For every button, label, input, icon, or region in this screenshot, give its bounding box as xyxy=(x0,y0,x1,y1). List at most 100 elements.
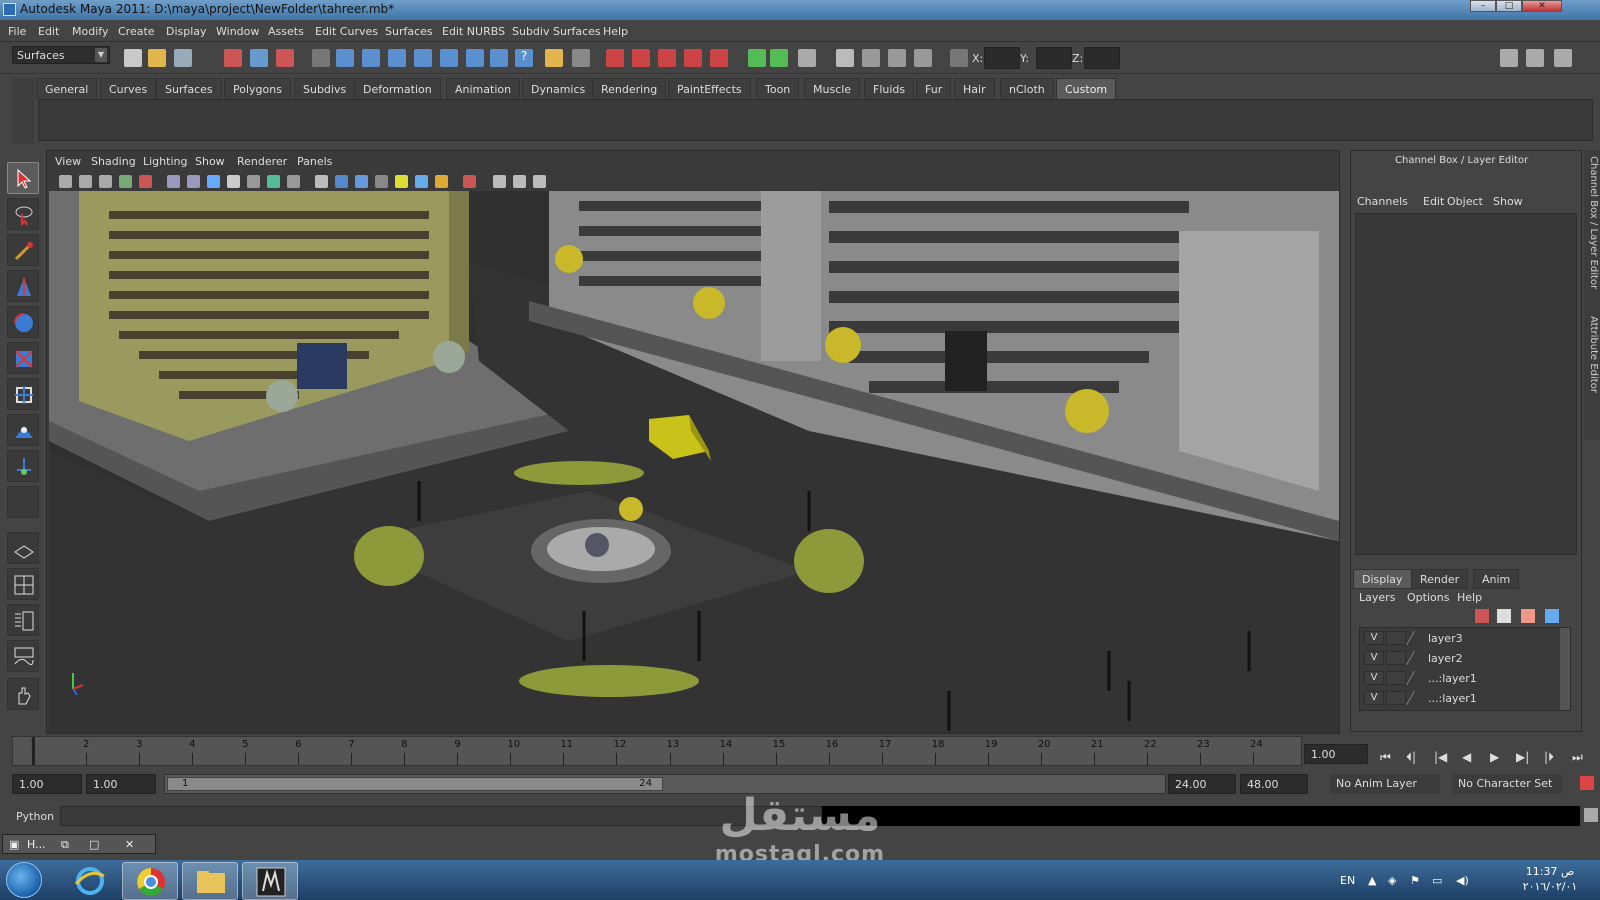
panel-menu-shading[interactable]: Shading xyxy=(91,155,136,168)
range-slider-handle[interactable]: 1 24 xyxy=(167,777,663,791)
step-back-frame-icon[interactable]: ⏴| xyxy=(1406,750,1416,765)
close-icon[interactable]: ✕ xyxy=(125,838,134,851)
wireframe-on-shaded-icon[interactable] xyxy=(355,175,368,188)
channel-edit-menu[interactable]: Edit xyxy=(1423,195,1444,208)
tool-settings-icon[interactable] xyxy=(1526,49,1544,67)
panel-menu-view[interactable]: View xyxy=(55,155,81,168)
snap-view-plane-icon[interactable] xyxy=(684,49,702,67)
high-quality-icon[interactable] xyxy=(435,175,448,188)
soft-modification-tool[interactable] xyxy=(7,414,39,446)
y-field[interactable] xyxy=(1036,47,1072,69)
panel-menu-show[interactable]: Show xyxy=(195,155,225,168)
play-forwards-icon[interactable]: ▶ xyxy=(1490,750,1499,764)
make-live-icon[interactable] xyxy=(710,49,728,67)
camera-attributes-icon[interactable] xyxy=(79,175,92,188)
layer-row[interactable]: V ...:layer1 xyxy=(1360,688,1558,708)
channels-menu[interactable]: Channels xyxy=(1357,195,1408,208)
shelf-side-controls[interactable] xyxy=(12,78,34,144)
tab-rendering[interactable]: Rendering xyxy=(592,78,667,99)
range-slider[interactable]: 1 24 xyxy=(164,774,1166,794)
tab-fluids[interactable]: Fluids xyxy=(864,78,915,99)
new-scene-icon[interactable] xyxy=(124,49,142,67)
ipr-render-icon[interactable] xyxy=(888,49,906,67)
tab-surfaces[interactable]: Surfaces xyxy=(156,78,222,99)
restore-icon[interactable]: ⧉ xyxy=(61,838,69,852)
network-icon[interactable]: ◈ xyxy=(1388,874,1396,887)
start-time-field[interactable]: 1.00 xyxy=(12,774,82,794)
chrome-icon[interactable] xyxy=(122,862,178,900)
menu-window[interactable]: Window xyxy=(216,25,259,38)
menu-help[interactable]: Help xyxy=(603,25,628,38)
layer-color-swatch[interactable] xyxy=(1405,631,1429,645)
xray-icon[interactable] xyxy=(493,175,506,188)
lasso-tool[interactable] xyxy=(7,198,39,230)
snap-grid-icon[interactable] xyxy=(606,49,624,67)
new-layer-icon[interactable] xyxy=(1475,609,1489,623)
select-hierarchy-icon[interactable] xyxy=(224,49,242,67)
menu-edit[interactable]: Edit xyxy=(38,25,59,38)
scale-tool[interactable] xyxy=(7,342,39,374)
layer-row[interactable]: V layer3 xyxy=(1360,628,1558,648)
channel-object-menu[interactable]: Object xyxy=(1447,195,1483,208)
outliner-perspective-layout[interactable] xyxy=(7,604,39,636)
tab-fur[interactable]: Fur xyxy=(916,78,952,99)
time-slider[interactable]: 123456789101112131415161718192021222324 xyxy=(12,736,1302,766)
tab-general[interactable]: General xyxy=(36,78,98,99)
highlight-selection-icon[interactable] xyxy=(572,49,590,67)
graph-editor-layout[interactable] xyxy=(7,640,39,672)
render-view-icon[interactable] xyxy=(836,49,854,67)
tab-polygons[interactable]: Polygons xyxy=(224,78,291,99)
layer-list-scrollbar[interactable] xyxy=(1560,628,1570,710)
maximize-icon[interactable]: □ xyxy=(89,838,99,851)
character-set-select[interactable]: No Character Set xyxy=(1452,774,1562,794)
play-backwards-icon[interactable]: ◀ xyxy=(1462,750,1471,764)
pick-dynamics-icon[interactable] xyxy=(466,49,484,67)
tab-anim-layers[interactable]: Anim xyxy=(1473,569,1520,589)
wireframe-icon[interactable] xyxy=(315,175,328,188)
step-forward-key-icon[interactable]: ▶| xyxy=(1516,750,1529,764)
menu-set-select[interactable]: Surfaces ▼ xyxy=(12,46,110,64)
tab-subdivs[interactable]: Subdivs xyxy=(294,78,356,99)
select-component-icon[interactable] xyxy=(276,49,294,67)
pick-misc-icon[interactable]: ? xyxy=(515,49,533,67)
layer-color-swatch[interactable] xyxy=(1405,651,1429,665)
minimize-button[interactable]: – xyxy=(1470,0,1496,12)
anim-layer-select[interactable]: No Anim Layer xyxy=(1330,774,1440,794)
step-back-key-icon[interactable]: |◀ xyxy=(1434,750,1447,764)
layer-visibility-toggle[interactable]: V xyxy=(1364,691,1384,705)
menu-subdiv-surfaces[interactable]: Subdiv Surfaces xyxy=(512,25,601,38)
layer-move-down-icon[interactable] xyxy=(1545,609,1559,623)
bookmark-icon[interactable] xyxy=(99,175,112,188)
attribute-editor-icon[interactable] xyxy=(1500,49,1518,67)
four-view-layout[interactable] xyxy=(7,568,39,600)
z-field[interactable] xyxy=(1084,47,1120,69)
file-explorer-icon[interactable] xyxy=(182,862,238,900)
channel-box-icon[interactable] xyxy=(1554,49,1572,67)
start-button[interactable] xyxy=(6,862,42,898)
open-scene-icon[interactable] xyxy=(148,49,166,67)
universal-manipulator-tool[interactable] xyxy=(7,378,39,410)
volume-icon[interactable]: ◀) xyxy=(1456,874,1469,887)
hypershade-tool[interactable] xyxy=(7,678,39,710)
tab-deformation[interactable]: Deformation xyxy=(354,78,441,99)
layer-color-swatch[interactable] xyxy=(1405,691,1429,705)
layer-move-up-icon[interactable] xyxy=(1521,609,1535,623)
layer-row[interactable]: V layer2 xyxy=(1360,648,1558,668)
minimized-window[interactable]: ▣ H... ⧉ □ ✕ xyxy=(2,834,156,854)
pick-joints-icon[interactable] xyxy=(362,49,380,67)
layer-playback-toggle[interactable] xyxy=(1386,631,1406,645)
menu-edit-curves[interactable]: Edit Curves xyxy=(315,25,378,38)
internet-explorer-icon[interactable] xyxy=(62,862,118,900)
menu-assets[interactable]: Assets xyxy=(268,25,304,38)
safe-action-icon[interactable] xyxy=(267,175,280,188)
tab-display-layers[interactable]: Display xyxy=(1353,569,1412,589)
display-icon[interactable]: ▭ xyxy=(1432,874,1442,887)
filter-icon[interactable] xyxy=(312,49,330,67)
layer-visibility-toggle[interactable]: V xyxy=(1364,671,1384,685)
field-chart-icon[interactable] xyxy=(247,175,260,188)
tab-hair[interactable]: Hair xyxy=(954,78,995,99)
x-field[interactable] xyxy=(984,47,1020,69)
tab-muscle[interactable]: Muscle xyxy=(804,78,861,99)
pick-curves-icon[interactable] xyxy=(388,49,406,67)
tab-toon[interactable]: Toon xyxy=(756,78,800,99)
